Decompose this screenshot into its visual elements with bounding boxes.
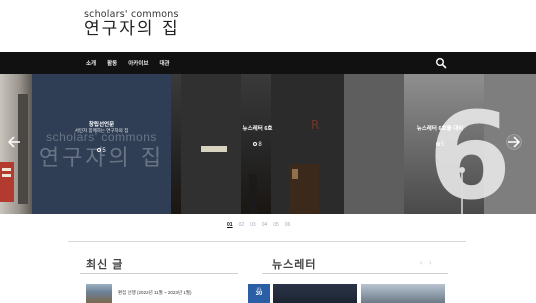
logo-korean-text: 연구자의 집 [84,19,180,39]
slide-newsletter-6-comment-count[interactable]: 8 [171,142,344,148]
pager-item[interactable]: 04 [262,222,268,228]
recent-posts-title: 최신 글 [86,259,124,271]
main-nav: 소개 활동 아카이브 대관 [0,52,536,74]
slide-newsletter-6-title: 뉴스레터 6호 [242,126,273,132]
nav-item-archive[interactable]: 아카이브 [128,59,148,67]
slide-newsletter-6-prep-title: 뉴스레터 6호를 대비 [416,126,464,132]
date-badge-day: 30 [255,291,263,297]
recent-posts-underline [80,273,238,274]
newsletter-title: 뉴스레터 [272,259,317,271]
recent-post-thumbnail[interactable] [86,284,112,303]
pager-item[interactable]: 01 [227,222,233,228]
featured-slider: 창립선언문 서민자 함께하는 연구자의 집 scholars' commons … [0,74,536,214]
pager-item[interactable]: 06 [285,222,291,228]
slider-pagination: 01 02 03 04 05 06 [227,222,290,228]
nav-item-about[interactable]: 소개 [86,59,96,67]
search-icon[interactable] [435,57,447,69]
newsletter-thumbnail[interactable] [273,284,357,303]
date-badge-month: 01 [256,286,262,291]
slide-manifesto-watermark-ko: 연구자의 집 [38,145,165,170]
site-logo[interactable]: scholars' commons 연구자의 집 [84,9,180,39]
comment-icon [97,148,102,153]
slide-manifesto-comment-value: 5 [102,148,106,154]
svg-text:6: 6 [428,88,512,214]
newsletter-underline [262,273,448,274]
recent-post-title[interactable]: 편집 선행 (2022년 11월 ~ 2023년 1월) [118,290,191,296]
nav-menu: 소개 활동 아카이브 대관 [86,52,170,74]
newsletter-thumbnail[interactable] [361,284,445,303]
slide-manifesto-title: 창립선언문 [88,122,115,128]
slide-manifesto[interactable]: 창립선언문 서민자 함께하는 연구자의 집 scholars' commons … [32,74,171,214]
comment-icon [253,142,258,147]
slide-newsletter-6-comment-value: 8 [258,142,262,148]
slide-newsletter-6-prep-comment-value: 5 [440,142,445,148]
newsletter-date-badge: 01 30 [248,284,270,303]
slide-manifesto-comment-count[interactable]: 5 [32,148,171,154]
pager-item[interactable]: 03 [250,222,256,228]
arrow-left-icon[interactable] [6,134,22,150]
newsletter-nav-arrows[interactable]: ‹ › [420,258,434,267]
nav-item-rental[interactable]: 대관 [160,59,170,67]
pager-item[interactable]: 02 [239,222,245,228]
pager-item[interactable]: 05 [273,222,279,228]
comment-icon [435,142,440,147]
nav-item-activities[interactable]: 활동 [107,59,117,67]
site-header: scholars' commons 연구자의 집 [0,0,536,52]
section-divider [68,241,466,242]
arrow-right-icon[interactable] [506,134,522,150]
slide-newsletter-6[interactable]: R 뉴스레터 6호 8 [171,74,344,214]
